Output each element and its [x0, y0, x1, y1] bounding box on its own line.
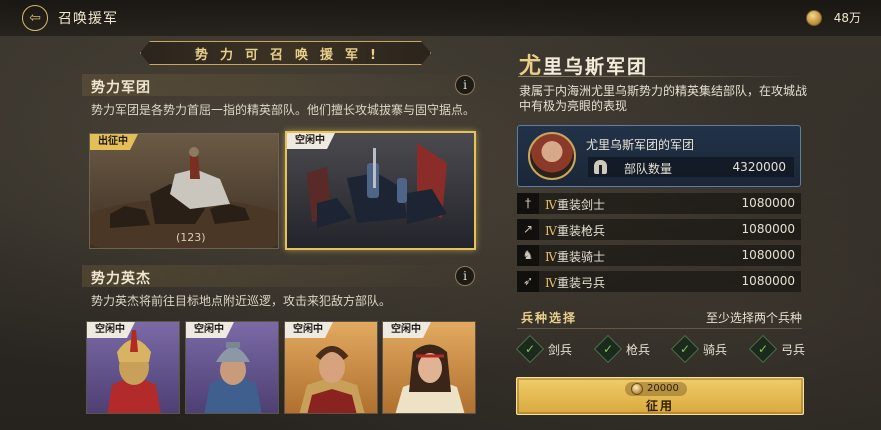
unit-row: ➶ Ⅳ重装弓兵 1080000	[517, 271, 801, 292]
check-icon: ✓	[679, 342, 691, 356]
hero-card-3[interactable]: 空闲中	[284, 321, 378, 414]
troop-option-label: 骑兵	[703, 342, 728, 357]
back-button[interactable]: ⇦	[22, 5, 48, 31]
legion-2-artwork	[287, 133, 474, 248]
legion-description: 隶属于内海洲尤里乌斯势力的精英集结部队，在攻城战中有极为亮眼的表现	[519, 84, 808, 113]
back-arrow-icon: ⇦	[29, 10, 41, 26]
army-summary: 尤里乌斯军团的军团 部队数量 4320000	[517, 125, 801, 187]
unit-name: Ⅳ重装骑士	[545, 250, 606, 264]
troop-option-label: 剑兵	[548, 342, 573, 357]
legion-name-rest: 里乌斯军团	[543, 56, 649, 78]
unit-value: 1080000	[741, 222, 795, 236]
check-icon: ✓	[602, 342, 614, 356]
horse-icon: ♞	[517, 245, 539, 266]
army-count-value: 4320000	[732, 160, 786, 174]
sword-icon: †	[517, 193, 539, 214]
hero-status-tag: 空闲中	[87, 322, 135, 338]
troop-option-cavalry[interactable]: ✓ 骑兵	[670, 334, 728, 364]
legion-section-title: 势力军团	[91, 80, 151, 96]
troop-option-archer[interactable]: ✓ 弓兵	[748, 334, 806, 364]
hero-section-desc: 势力英杰将前往目标地点附近巡逻，攻击来犯敌方部队。	[91, 294, 392, 308]
recruit-label: 征用	[645, 399, 674, 413]
legion-info-button[interactable]: i	[455, 75, 475, 95]
currency-display: 48万	[805, 9, 861, 26]
troop-divider	[517, 328, 802, 329]
legion-card-1[interactable]: 出征中 (123)	[89, 133, 279, 249]
troop-select-title: 兵种选择	[521, 311, 578, 325]
hero-card-1[interactable]: 空闲中	[86, 321, 180, 414]
hero-status-tag: 空闲中	[383, 322, 431, 338]
info-icon: i	[463, 78, 467, 92]
recruit-button[interactable]: 20000 征用	[516, 377, 804, 415]
info-icon: i	[463, 269, 467, 283]
troop-option-swordsman[interactable]: ✓ 剑兵	[515, 334, 573, 364]
page-title: 召唤援军	[58, 11, 118, 27]
unit-value: 1080000	[741, 196, 795, 210]
status-tag-deployed: 出征中	[90, 134, 138, 150]
status-tag-idle: 空闲中	[287, 133, 335, 149]
currency-value: 48万	[833, 11, 861, 25]
unit-name: Ⅳ重装枪兵	[545, 224, 606, 238]
unit-row: † Ⅳ重装剑士 1080000	[517, 193, 801, 214]
top-bar: ⇦ 召唤援军 48万	[0, 0, 881, 36]
banner-text: 势力可召唤援军!	[195, 47, 388, 63]
hero-status-tag: 空闲中	[186, 322, 234, 338]
recruit-cost: 20000	[625, 382, 687, 396]
coin-icon	[631, 383, 643, 395]
hero-card-2[interactable]: 空闲中	[185, 321, 279, 414]
checkbox[interactable]: ✓	[515, 334, 545, 364]
coin-icon	[805, 9, 822, 26]
troop-select-hint: 至少选择两个兵种	[705, 311, 802, 325]
troop-option-spearman[interactable]: ✓ 枪兵	[593, 334, 651, 364]
troop-option-label: 枪兵	[626, 342, 651, 357]
army-count-label: 部队数量	[624, 162, 673, 176]
check-icon: ✓	[524, 342, 536, 356]
unit-value: 1080000	[741, 274, 795, 288]
summon-banner: 势力可召唤援军!	[140, 41, 431, 65]
unit-row: ♞ Ⅳ重装骑士 1080000	[517, 245, 801, 266]
checkbox[interactable]: ✓	[593, 334, 623, 364]
legion-section-desc: 势力军团是各势力首屈一指的精英部队。他们擅长攻城拔寨与固守据点。	[91, 103, 476, 117]
legion-count: (123)	[176, 231, 206, 244]
check-icon: ✓	[757, 342, 769, 356]
legion-name-divider	[518, 76, 810, 77]
troop-option-label: 弓兵	[781, 342, 806, 357]
unit-name: Ⅳ重装剑士	[545, 198, 606, 212]
hero-section-title: 势力英杰	[91, 271, 151, 287]
bow-icon: ➶	[517, 271, 539, 292]
helmet-icon	[594, 160, 607, 174]
checkbox[interactable]: ✓	[670, 334, 700, 364]
recruit-cost-value: 20000	[647, 383, 679, 394]
army-title: 尤里乌斯军团的军团	[586, 138, 695, 152]
commander-avatar	[528, 132, 576, 180]
legion-card-2[interactable]: 空闲中	[285, 131, 476, 250]
hero-status-tag: 空闲中	[285, 322, 333, 338]
unit-name: Ⅳ重装弓兵	[545, 276, 606, 290]
spear-icon: ↗	[517, 219, 539, 240]
unit-value: 1080000	[741, 248, 795, 262]
unit-row: ↗ Ⅳ重装枪兵 1080000	[517, 219, 801, 240]
checkbox[interactable]: ✓	[748, 334, 778, 364]
hero-info-button[interactable]: i	[455, 266, 475, 286]
army-count-row: 部队数量 4320000	[588, 157, 794, 177]
hero-card-4[interactable]: 空闲中	[382, 321, 476, 414]
